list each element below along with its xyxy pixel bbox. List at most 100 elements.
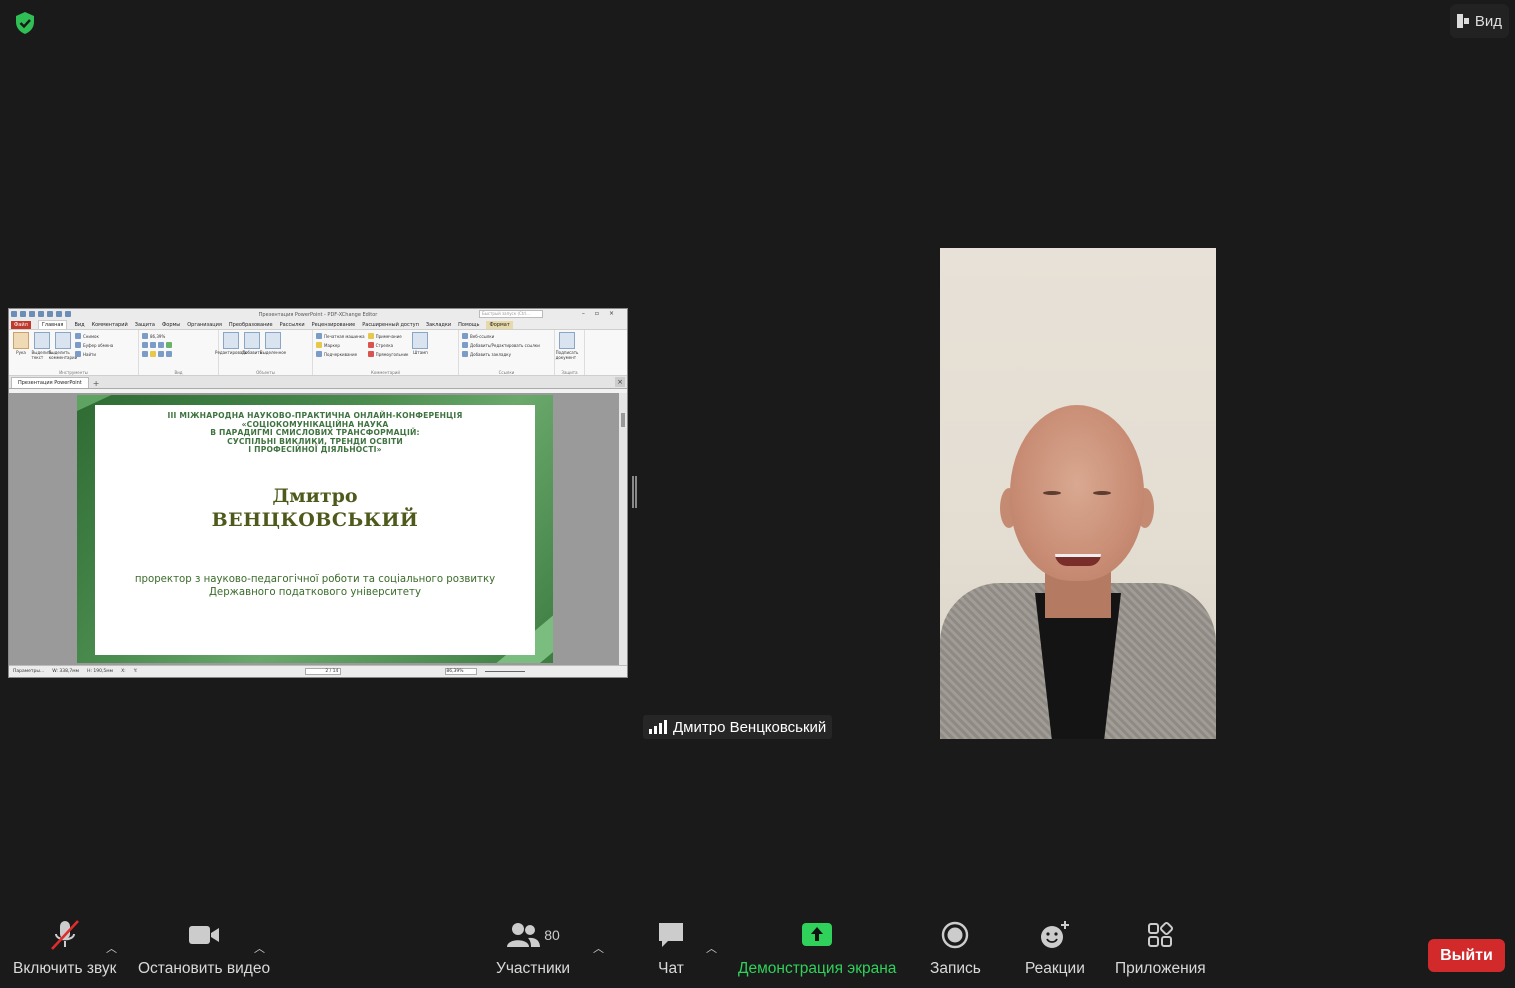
record-icon bbox=[941, 918, 969, 952]
leave-meeting-button[interactable]: Выйти bbox=[1428, 939, 1505, 972]
stamp-button[interactable]: Штамп bbox=[411, 332, 429, 373]
hand-tool-button[interactable]: Рука bbox=[12, 332, 30, 373]
document-tabs: Презентация PowerPoint + × bbox=[9, 376, 627, 389]
page-number-input[interactable]: 2 / 14 bbox=[305, 668, 342, 675]
menu-mailings[interactable]: Рассылки bbox=[280, 322, 305, 328]
apps-button[interactable]: Приложения bbox=[1115, 918, 1206, 978]
text-cursor-icon bbox=[34, 332, 50, 349]
close-tab-icon[interactable]: × bbox=[615, 377, 625, 387]
group-label-protect: Защита bbox=[561, 370, 578, 375]
ribbon-group-links: Веб-ссылки Добавить/Редактировать ссылки… bbox=[459, 330, 555, 375]
presentation-slide: ІІІ МІЖНАРОДНА НАУКОВО-ПРАКТИЧНА ОНЛАЙН-… bbox=[77, 395, 553, 663]
shared-screen: Презентация PowerPoint - PDF-XChange Edi… bbox=[8, 308, 628, 678]
menu-view[interactable]: Вид bbox=[74, 322, 84, 328]
add-bookmark-button[interactable]: Добавить закладку bbox=[462, 351, 540, 357]
sign-document-button[interactable]: Подписать документ bbox=[556, 332, 578, 373]
pdf-window-title: Презентация PowerPoint - PDF-XChange Edi… bbox=[258, 311, 378, 318]
video-options-chevron-icon[interactable]: ︿ bbox=[254, 940, 265, 956]
menu-bookmarks[interactable]: Закладки bbox=[426, 322, 451, 328]
page-layout-buttons[interactable] bbox=[142, 342, 172, 348]
pdf-window-titlebar: Презентация PowerPoint - PDF-XChange Edi… bbox=[9, 309, 627, 320]
menu-help[interactable]: Помощь bbox=[458, 322, 479, 328]
underline-button[interactable]: Подчеркивание bbox=[316, 351, 365, 357]
speaker-first-name: Дмитро bbox=[272, 484, 358, 507]
menu-protect[interactable]: Защита bbox=[135, 322, 155, 328]
menu-forms[interactable]: Формы bbox=[162, 322, 180, 328]
web-links-button[interactable]: Веб-ссылки bbox=[462, 333, 540, 339]
panel-resize-handle[interactable] bbox=[632, 476, 637, 508]
view-label: Вид bbox=[1474, 12, 1503, 30]
view-icon bbox=[1456, 14, 1469, 28]
rectangle-button[interactable]: Прямоугольник bbox=[367, 351, 408, 357]
conference-title: ІІІ МІЖНАРОДНА НАУКОВО-ПРАКТИЧНА ОНЛАЙН-… bbox=[167, 411, 463, 455]
pdf-menu-bar: Файл Главная Вид Комментарий Защита Форм… bbox=[9, 320, 627, 330]
stamp-icon bbox=[412, 332, 429, 349]
chat-button[interactable]: Чат bbox=[656, 918, 686, 978]
window-controls[interactable]: –▫× bbox=[582, 310, 624, 317]
note-button[interactable]: Примечание bbox=[367, 333, 409, 339]
add-button[interactable]: Добавить bbox=[242, 332, 262, 373]
active-speaker-label: Дмитро Венцковський bbox=[643, 715, 833, 739]
zoom-level-select[interactable]: 86,39% bbox=[445, 668, 478, 675]
zoom-slider[interactable] bbox=[485, 671, 526, 672]
share-screen-button[interactable]: Демонстрация экрана bbox=[738, 918, 896, 978]
arrow-button[interactable]: Стрелка bbox=[367, 342, 409, 348]
slide-content: ІІІ МІЖНАРОДНА НАУКОВО-ПРАКТИЧНА ОНЛАЙН-… bbox=[95, 405, 535, 655]
menu-format[interactable]: Формат bbox=[486, 320, 513, 329]
menu-home[interactable]: Главная bbox=[37, 320, 68, 329]
share-screen-icon bbox=[801, 918, 833, 952]
add-icon bbox=[244, 332, 260, 349]
camera-icon bbox=[187, 918, 221, 952]
select-comments-icon bbox=[55, 332, 71, 349]
selection-icon bbox=[265, 332, 281, 349]
ribbon-group-comments: Печатная машинка Маркер Подчеркивание Пр… bbox=[313, 330, 459, 375]
menu-comment[interactable]: Комментарий bbox=[92, 322, 128, 328]
ribbon-group-objects: Редактировать Добавить Выделенное Объект… bbox=[215, 330, 313, 375]
participants-count: 80 bbox=[544, 927, 560, 943]
find-button[interactable]: Найти bbox=[75, 351, 113, 357]
quick-launch-search[interactable]: Быстрый запуск (Ctrl... bbox=[479, 310, 543, 318]
record-button[interactable]: Запись bbox=[930, 918, 981, 978]
reactions-button[interactable]: Реакции bbox=[1025, 918, 1085, 978]
params-button[interactable]: Параметры... bbox=[13, 669, 44, 674]
security-shield-icon[interactable] bbox=[12, 10, 38, 36]
cursor-x: X: bbox=[121, 669, 126, 674]
document-canvas: ІІІ МІЖНАРОДНА НАУКОВО-ПРАКТИЧНА ОНЛАЙН-… bbox=[9, 393, 619, 667]
menu-organize[interactable]: Организация bbox=[187, 322, 222, 328]
menu-file[interactable]: Файл bbox=[11, 320, 31, 329]
stop-video-button[interactable]: Остановить видео bbox=[138, 918, 270, 978]
group-label-links: Ссылки bbox=[498, 370, 515, 375]
edit-button[interactable]: Редактировать bbox=[215, 332, 247, 373]
select-comments-button[interactable]: Выделить комментарии bbox=[49, 332, 77, 373]
participants-options-chevron-icon[interactable]: ︿ bbox=[593, 940, 604, 956]
document-tab[interactable]: Презентация PowerPoint bbox=[11, 377, 89, 388]
menu-convert[interactable]: Преобразование bbox=[229, 322, 273, 328]
snapshot-button[interactable]: Снимок bbox=[75, 333, 113, 339]
signal-strength-icon bbox=[649, 720, 667, 734]
group-label-objects: Объекты bbox=[256, 370, 275, 375]
menu-share[interactable]: Расширенный доступ bbox=[362, 322, 419, 328]
quick-access-toolbar[interactable] bbox=[11, 311, 71, 317]
marker-button[interactable]: Маркер bbox=[316, 342, 365, 348]
cursor-y: Y: bbox=[133, 669, 138, 674]
typewriter-button[interactable]: Печатная машинка bbox=[316, 333, 365, 339]
audio-options-chevron-icon[interactable]: ︿ bbox=[106, 940, 117, 956]
speaker-role: проректор з науково-педагогічної роботи … bbox=[134, 573, 496, 598]
chat-options-chevron-icon[interactable]: ︿ bbox=[706, 940, 717, 956]
menu-review[interactable]: Рецензирование bbox=[312, 322, 356, 328]
participants-button[interactable]: 80 Участники bbox=[496, 918, 570, 978]
edit-icon bbox=[223, 332, 239, 349]
unmute-button[interactable]: Включить звук bbox=[13, 918, 116, 978]
pdf-ribbon: Рука Выделить текст Выделить комментарии… bbox=[9, 330, 627, 376]
clipboard-button[interactable]: Буфер обмена bbox=[75, 342, 113, 348]
new-tab-icon[interactable]: + bbox=[93, 379, 100, 388]
hand-icon bbox=[13, 332, 29, 349]
vertical-scrollbar[interactable] bbox=[619, 393, 627, 667]
participant-video[interactable] bbox=[940, 248, 1216, 739]
view-more-buttons[interactable] bbox=[142, 351, 172, 357]
zoom-select[interactable]: 86,39% bbox=[142, 333, 172, 339]
selected-button[interactable]: Выделенное bbox=[260, 332, 286, 373]
speaker-last-name: ВЕНЦКОВСЬКИЙ bbox=[211, 508, 419, 531]
view-button[interactable]: Вид bbox=[1450, 4, 1509, 38]
add-edit-links-button[interactable]: Добавить/Редактировать ссылки bbox=[462, 342, 540, 348]
